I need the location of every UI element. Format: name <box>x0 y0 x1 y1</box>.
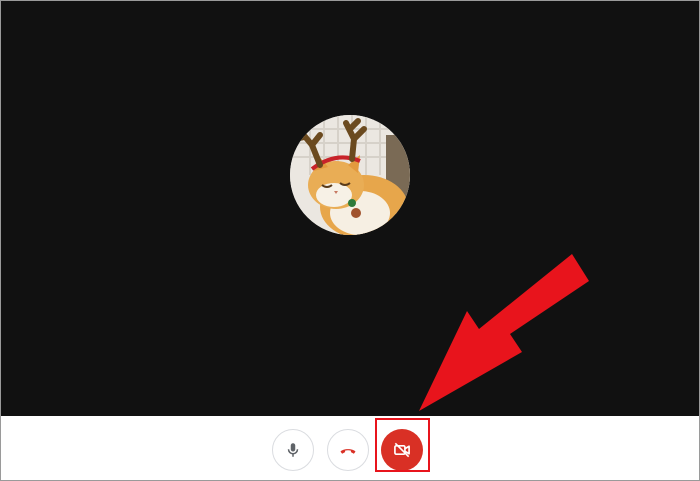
camera-off-button[interactable] <box>381 429 423 471</box>
cat-photo-icon <box>290 115 410 235</box>
microphone-button[interactable] <box>272 429 314 471</box>
phone-hangup-icon <box>340 449 356 454</box>
participant-avatar <box>290 115 410 235</box>
camera-off-icon <box>394 442 410 458</box>
video-area <box>1 1 699 416</box>
call-control-bar <box>1 416 699 480</box>
microphone-icon <box>287 443 299 457</box>
hang-up-button[interactable] <box>327 429 369 471</box>
video-call-screen <box>0 0 700 481</box>
